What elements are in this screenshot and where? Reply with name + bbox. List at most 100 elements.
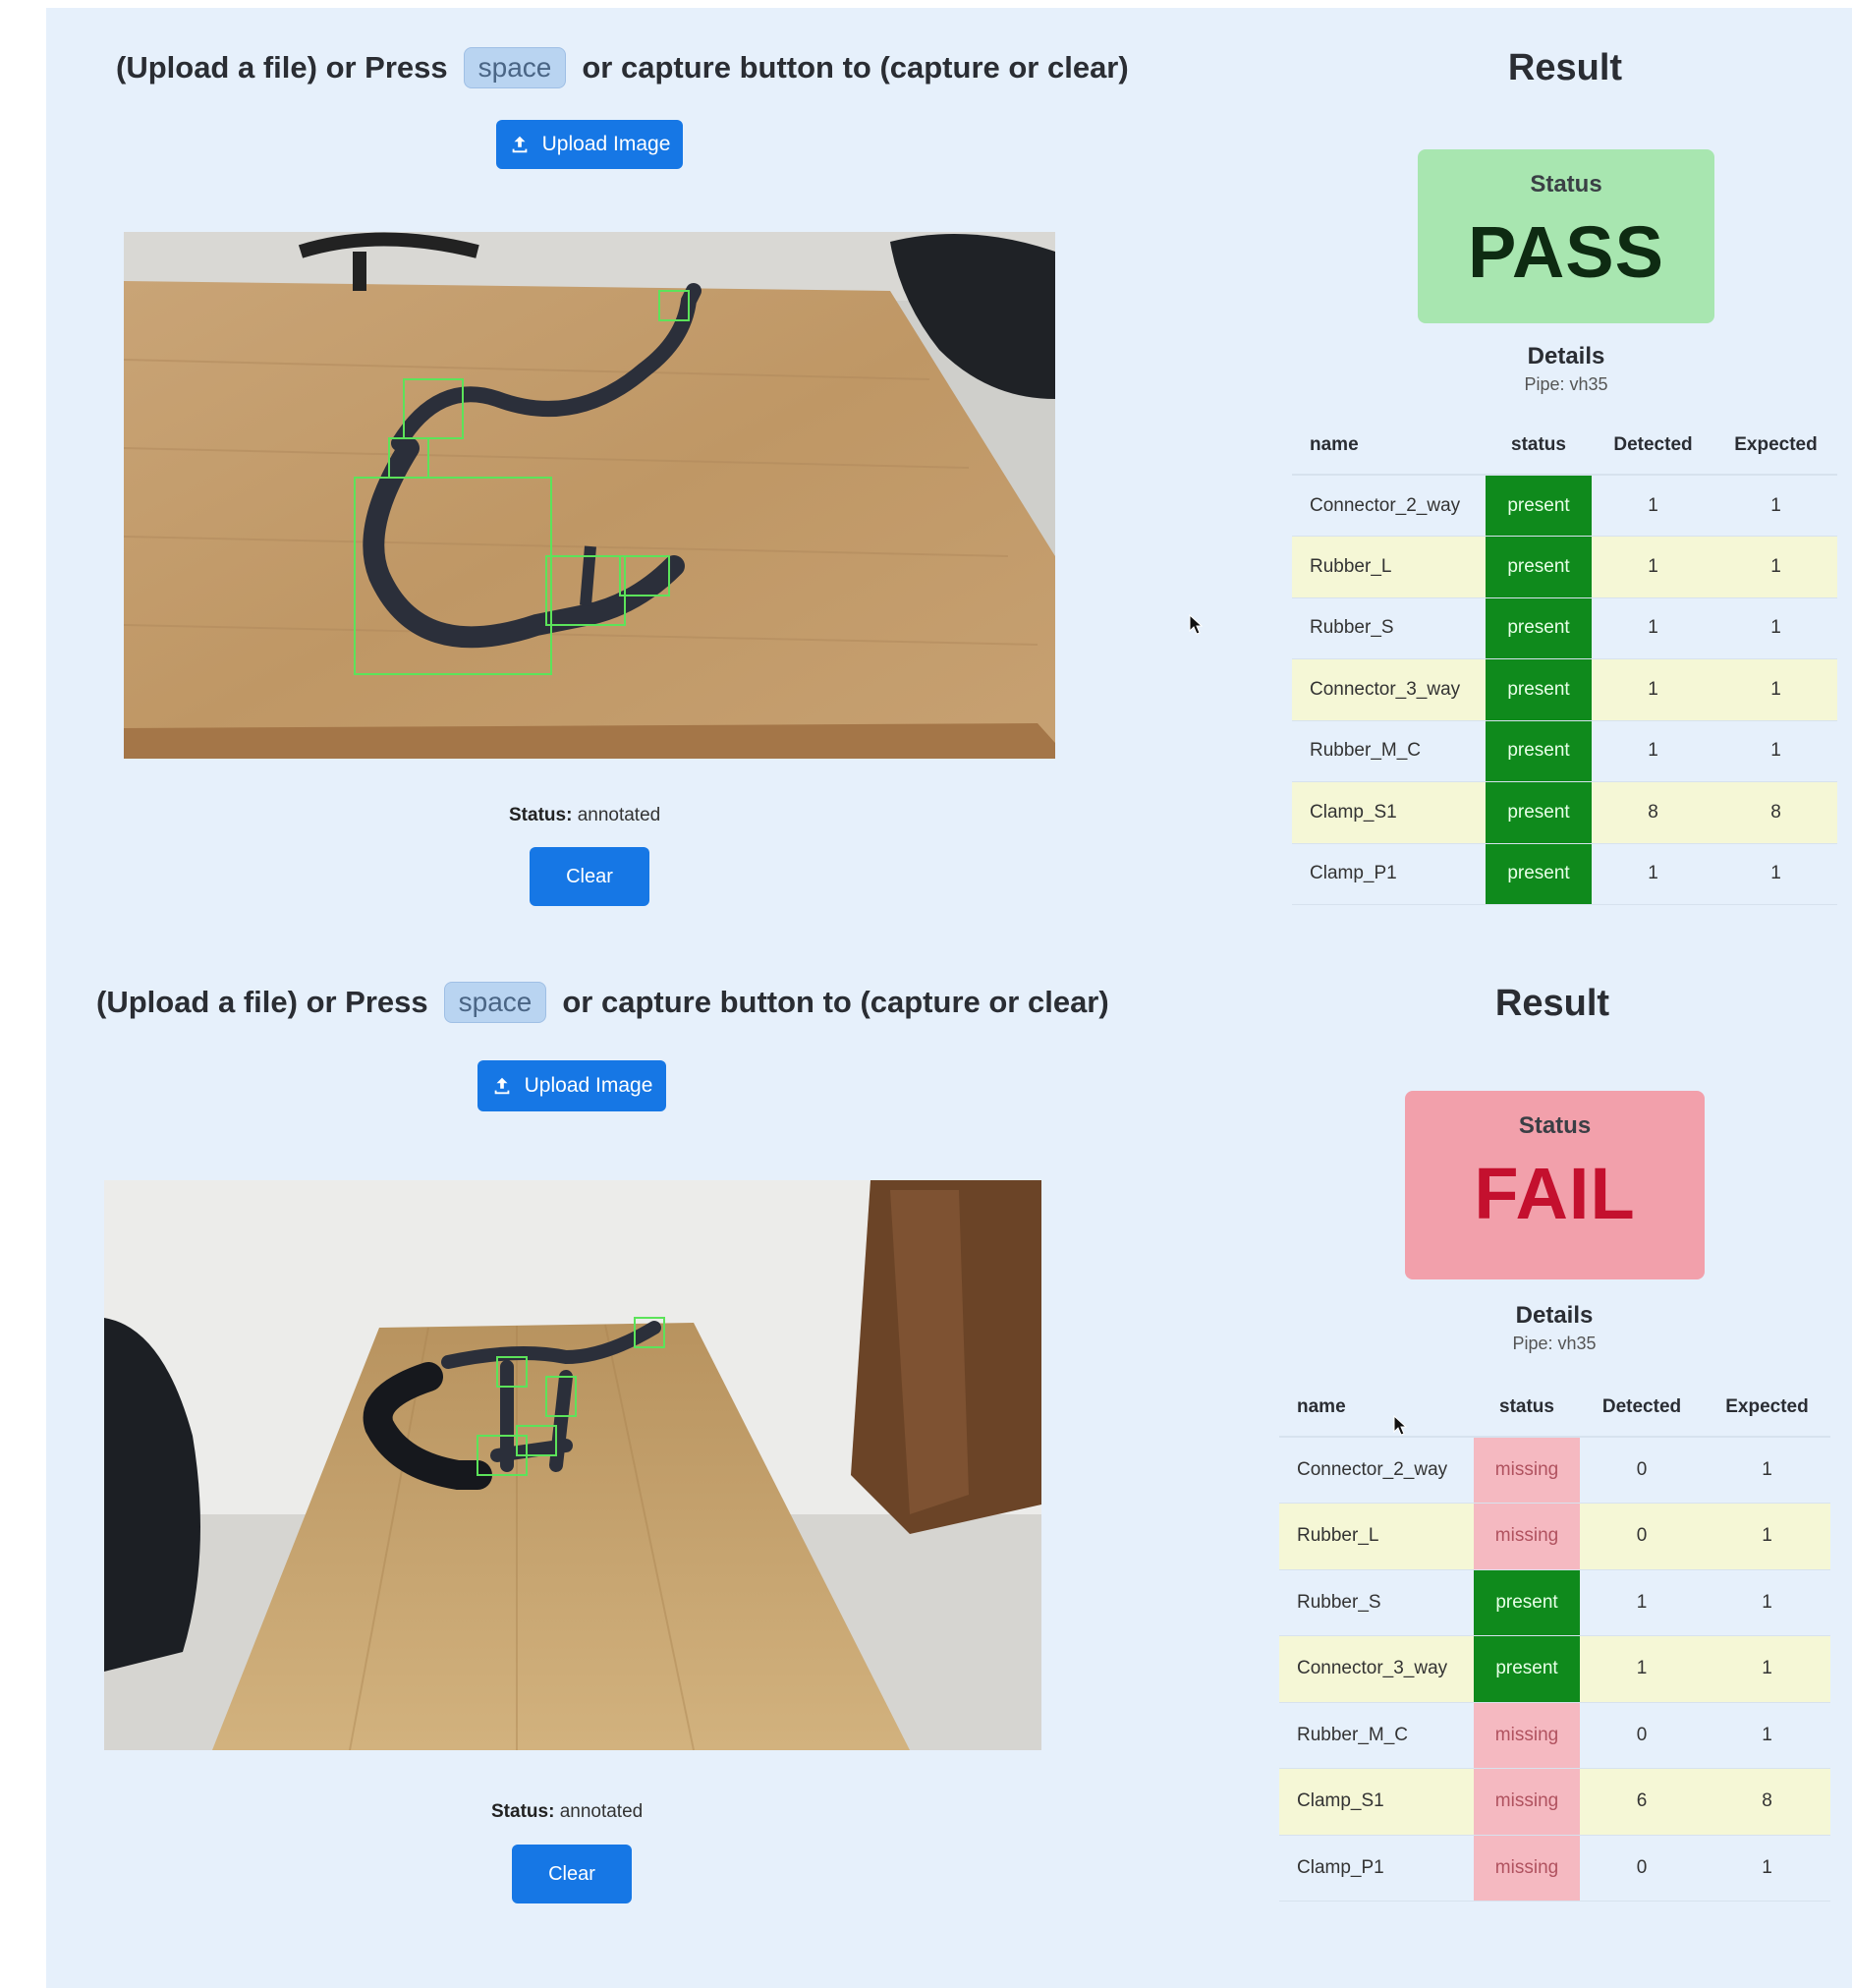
cell-detected: 1 <box>1580 1635 1704 1703</box>
cell-name: Rubber_L <box>1279 1503 1474 1570</box>
cell-status: present <box>1486 475 1592 537</box>
cell-name: Rubber_M_C <box>1292 720 1486 782</box>
cell-status: present <box>1486 781 1592 844</box>
column-header-status: status <box>1486 416 1592 476</box>
instruction-text: (Upload a file) or Press space or captur… <box>116 47 1129 88</box>
cell-expected: 1 <box>1714 475 1837 537</box>
cell-status: present <box>1486 658 1592 721</box>
instruction-after: or capture button to (capture or clear) <box>582 50 1129 85</box>
status-prefix: Status: <box>509 805 573 825</box>
result-title: Result <box>1507 47 1623 88</box>
table-row: Clamp_S1 present 8 8 <box>1292 781 1837 844</box>
clear-button[interactable]: Clear <box>530 847 649 906</box>
image-status-value: annotated <box>577 805 661 825</box>
cell-detected: 1 <box>1592 720 1714 782</box>
cell-expected: 1 <box>1714 658 1837 721</box>
table-row: Clamp_P1 present 1 1 <box>1292 843 1837 905</box>
cell-status: missing <box>1474 1835 1580 1902</box>
result-status-value: PASS <box>1467 211 1665 293</box>
table-row: Connector_2_way missing 0 1 <box>1279 1437 1830 1504</box>
details-title: Details <box>1527 343 1605 369</box>
result-table: name status Detected Expected Connector_… <box>1279 1378 1830 1902</box>
table-row: Rubber_M_C missing 0 1 <box>1279 1702 1830 1769</box>
upload-icon <box>494 1077 509 1095</box>
cell-detected: 1 <box>1592 843 1714 905</box>
table-row: Connector_2_way present 1 1 <box>1292 475 1837 537</box>
status-prefix: Status: <box>491 1801 555 1822</box>
space-key-hint: space <box>463 47 567 88</box>
cell-status: present <box>1474 1569 1580 1636</box>
cell-name: Connector_2_way <box>1292 475 1486 537</box>
image-status-value: annotated <box>559 1801 644 1822</box>
column-header-detected: Detected <box>1580 1378 1704 1438</box>
column-header-name: name <box>1292 416 1486 476</box>
cell-detected: 1 <box>1592 536 1714 598</box>
status-card-pass: Status PASS <box>1418 149 1714 323</box>
cell-name: Clamp_S1 <box>1279 1768 1474 1836</box>
cell-status: missing <box>1474 1437 1580 1504</box>
cell-detected: 0 <box>1580 1702 1704 1769</box>
cell-detected: 1 <box>1592 658 1714 721</box>
upload-icon <box>512 136 527 153</box>
instruction-after: or capture button to (capture or clear) <box>562 985 1109 1019</box>
upload-label: Upload Image <box>541 133 671 155</box>
mouse-cursor-icon <box>1189 614 1203 635</box>
clear-button[interactable]: Clear <box>512 1845 632 1903</box>
cell-detected: 6 <box>1580 1768 1704 1836</box>
cell-name: Clamp_P1 <box>1279 1835 1474 1902</box>
table-row: Rubber_S present 1 1 <box>1279 1569 1830 1636</box>
details-section: Details Pipe: vh35 <box>1419 343 1713 395</box>
pipe-label: Pipe: vh35 <box>1524 374 1608 394</box>
table-row: Clamp_S1 missing 6 8 <box>1279 1768 1830 1836</box>
cell-status: present <box>1486 597 1592 659</box>
cell-expected: 8 <box>1704 1768 1830 1836</box>
cell-expected: 1 <box>1704 1702 1830 1769</box>
cell-expected: 1 <box>1704 1635 1830 1703</box>
instruction-text: (Upload a file) or Press space or captur… <box>96 982 1109 1023</box>
cell-name: Connector_3_way <box>1279 1635 1474 1703</box>
cell-status: present <box>1486 843 1592 905</box>
cell-expected: 1 <box>1704 1835 1830 1902</box>
image-status-line: Status: annotated <box>491 1801 643 1823</box>
cell-expected: 8 <box>1714 781 1837 844</box>
cell-expected: 1 <box>1714 536 1837 598</box>
inspection-panel-2: (Upload a file) or Press space or captur… <box>0 934 1852 1903</box>
result-title: Result <box>1494 983 1610 1024</box>
inspection-panel-1: (Upload a file) or Press space or captur… <box>0 0 1852 934</box>
table-row: Rubber_M_C present 1 1 <box>1292 720 1837 782</box>
table-row: Connector_3_way present 1 1 <box>1279 1635 1830 1703</box>
instruction-before: (Upload a file) or Press <box>96 985 428 1019</box>
table-header-row: name status Detected Expected <box>1279 1378 1830 1438</box>
details-section: Details Pipe: vh35 <box>1407 1302 1702 1354</box>
upload-image-button[interactable]: Upload Image <box>477 1060 666 1111</box>
cell-expected: 1 <box>1714 720 1837 782</box>
cell-status: missing <box>1474 1768 1580 1836</box>
cell-status: present <box>1486 536 1592 598</box>
table-row: Clamp_P1 missing 0 1 <box>1279 1835 1830 1902</box>
cell-name: Connector_3_way <box>1292 658 1486 721</box>
column-header-expected: Expected <box>1704 1378 1830 1438</box>
table-row: Rubber_L missing 0 1 <box>1279 1503 1830 1570</box>
cell-name: Rubber_S <box>1292 597 1486 659</box>
column-header-expected: Expected <box>1714 416 1837 476</box>
mouse-cursor-icon <box>1393 1415 1407 1436</box>
result-status-value: FAIL <box>1474 1153 1636 1234</box>
cell-expected: 1 <box>1714 597 1837 659</box>
cell-detected: 8 <box>1592 781 1714 844</box>
cell-detected: 0 <box>1580 1437 1704 1504</box>
cell-name: Clamp_S1 <box>1292 781 1486 844</box>
cell-detected: 0 <box>1580 1835 1704 1902</box>
cell-detected: 1 <box>1580 1569 1704 1636</box>
space-key-hint: space <box>443 982 547 1023</box>
cell-status: present <box>1486 720 1592 782</box>
status-card-fail: Status FAIL <box>1405 1091 1705 1279</box>
table-row: Rubber_S present 1 1 <box>1292 597 1837 659</box>
captured-image <box>124 232 1055 759</box>
upload-image-button[interactable]: Upload Image <box>496 120 683 169</box>
image-status-line: Status: annotated <box>509 805 660 826</box>
status-card-label: Status <box>1518 1112 1592 1139</box>
cell-detected: 1 <box>1592 475 1714 537</box>
instruction-before: (Upload a file) or Press <box>116 50 448 85</box>
table-row: Rubber_L present 1 1 <box>1292 536 1837 598</box>
column-header-detected: Detected <box>1592 416 1714 476</box>
